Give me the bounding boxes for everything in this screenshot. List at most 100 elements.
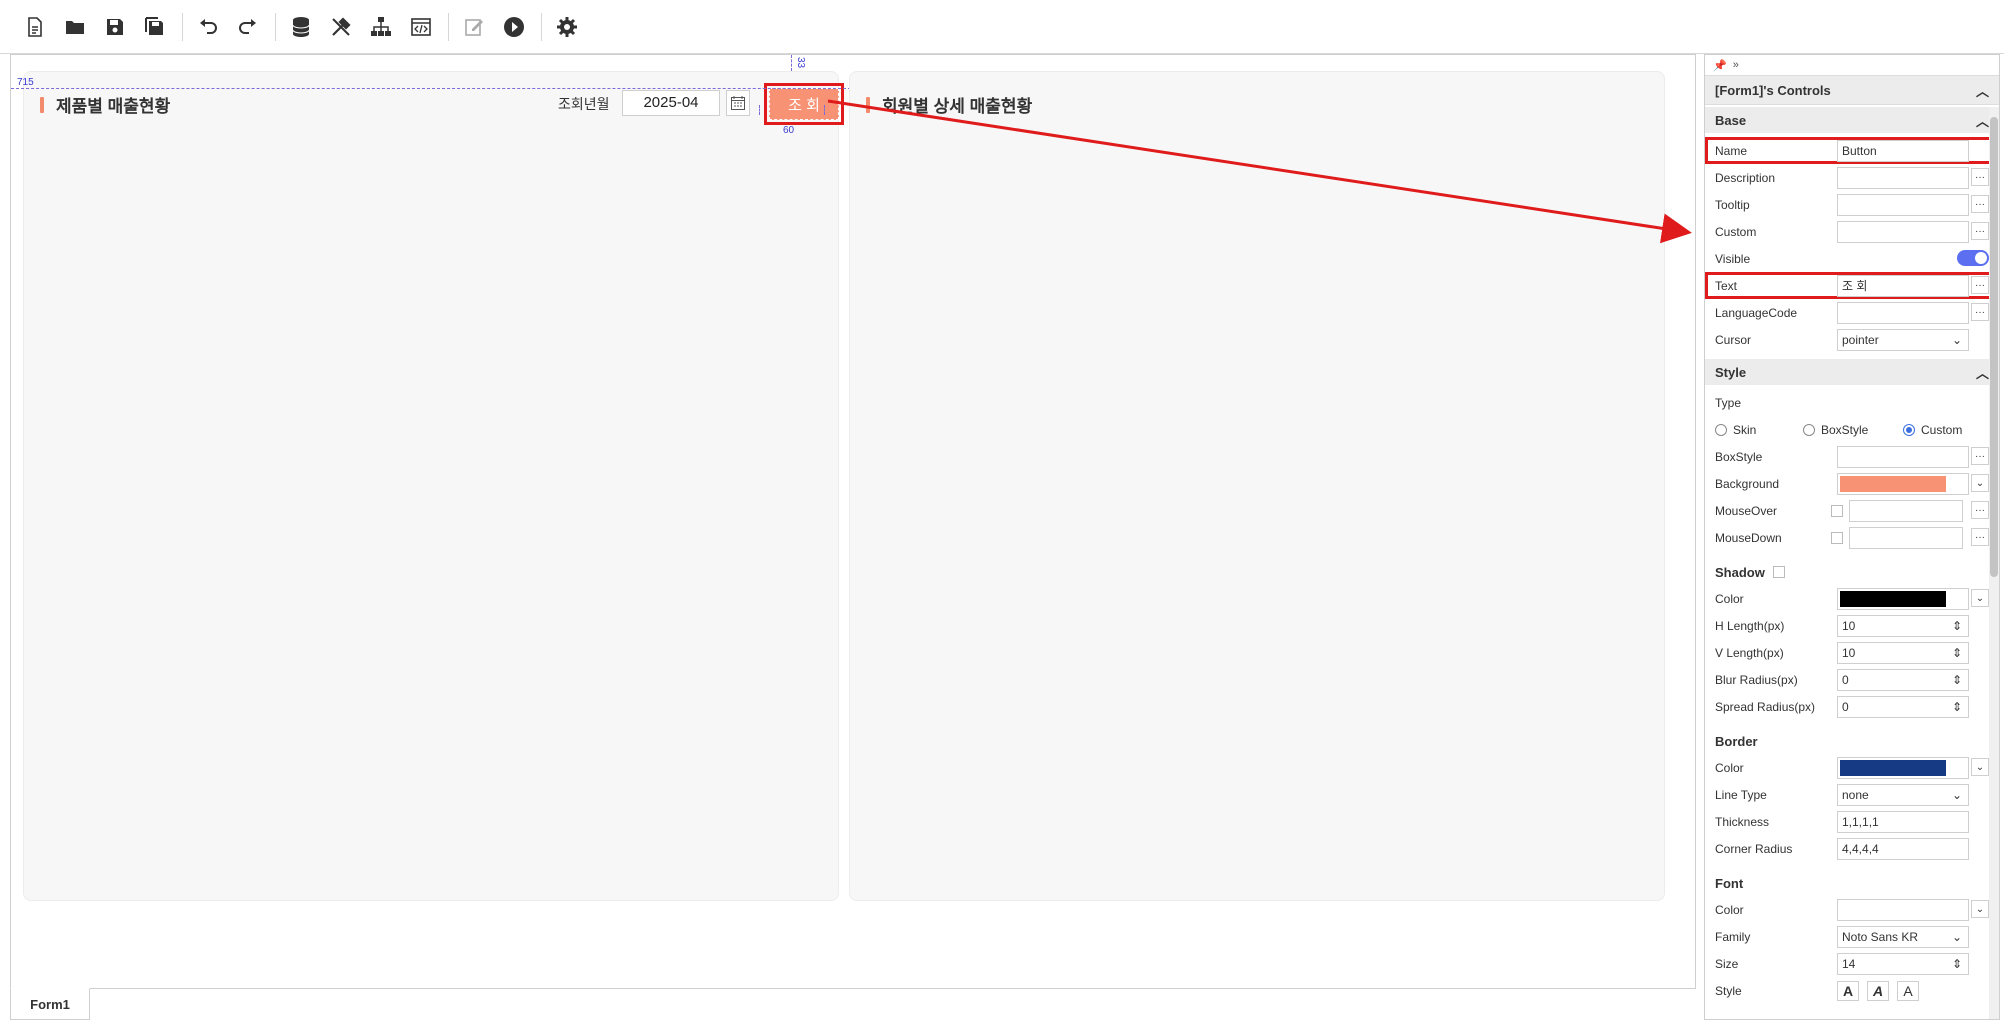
- chevron-up-icon[interactable]: ︿: [1976, 81, 1989, 100]
- prop-label: Text: [1715, 278, 1738, 293]
- search-button[interactable]: 조 회: [764, 83, 844, 125]
- spinner-icon[interactable]: ⇕: [1952, 616, 1962, 636]
- spread-stepper[interactable]: 0 ⇕: [1837, 695, 1969, 718]
- toolbar-separator: [448, 12, 449, 41]
- prop-label: Background: [1715, 476, 1780, 491]
- prop-label: MouseDown: [1715, 530, 1782, 545]
- new-file-icon[interactable]: [16, 8, 54, 46]
- more-icon[interactable]: ···: [1971, 303, 1989, 321]
- database-icon[interactable]: [282, 8, 320, 46]
- guide-left-value: 715: [17, 77, 34, 88]
- chevron-down-icon[interactable]: ⌄: [1971, 589, 1989, 607]
- play-icon[interactable]: [495, 8, 533, 46]
- cursor-select[interactable]: pointer ⌄: [1837, 328, 1969, 351]
- prop-description-row: Description ···: [1705, 164, 1999, 191]
- tab-form1[interactable]: Form1: [10, 988, 90, 1020]
- mousedown-checkbox[interactable]: [1831, 531, 1843, 544]
- custom-field[interactable]: [1837, 220, 1969, 243]
- name-field[interactable]: Button: [1837, 139, 1969, 162]
- product-sales-panel[interactable]: 제품별 매출현황 조회년월 2025-04 조 회: [23, 71, 844, 901]
- tools-icon[interactable]: [322, 8, 360, 46]
- mouseover-checkbox[interactable]: [1831, 504, 1843, 517]
- font-color-field[interactable]: [1837, 898, 1969, 921]
- prop-border-color-row: Color ⌄: [1705, 754, 1999, 781]
- boxstyle-swatch[interactable]: [1837, 445, 1969, 468]
- radio-skin-label: Skin: [1733, 422, 1757, 437]
- pin-icon[interactable]: 📌: [1713, 59, 1727, 72]
- italic-icon[interactable]: A: [1867, 980, 1889, 1001]
- save-all-icon[interactable]: [136, 8, 174, 46]
- shadow-checkbox[interactable]: [1772, 566, 1785, 578]
- hlength-stepper[interactable]: 10 ⇕: [1837, 614, 1969, 637]
- guide-top-value: 33: [795, 57, 806, 69]
- title-accent-bar: [40, 96, 44, 113]
- product-sales-title: 제품별 매출현황: [40, 92, 170, 117]
- month-input[interactable]: 2025-04: [622, 90, 720, 116]
- spinner-icon[interactable]: ⇕: [1952, 670, 1962, 690]
- open-folder-icon[interactable]: [56, 8, 94, 46]
- expand-icon[interactable]: »: [1733, 59, 1739, 71]
- tree-icon[interactable]: [362, 8, 400, 46]
- linetype-select[interactable]: none ⌄: [1837, 783, 1969, 806]
- redo-icon[interactable]: [229, 8, 267, 46]
- calendar-icon[interactable]: [726, 90, 750, 116]
- background-color-field[interactable]: [1837, 472, 1969, 495]
- more-icon[interactable]: ···: [1971, 528, 1989, 546]
- visible-toggle[interactable]: [1957, 250, 1989, 266]
- more-icon[interactable]: ···: [1971, 222, 1989, 240]
- blur-stepper[interactable]: 0 ⇕: [1837, 668, 1969, 691]
- mousedown-swatch[interactable]: [1849, 526, 1963, 549]
- chevron-down-icon[interactable]: ⌄: [1971, 758, 1989, 776]
- prop-label: Color: [1715, 591, 1744, 606]
- more-icon[interactable]: ···: [1971, 276, 1989, 294]
- mouseover-swatch[interactable]: [1849, 499, 1963, 522]
- font-family-select[interactable]: Noto Sans KR ⌄: [1837, 925, 1969, 948]
- border-color-field[interactable]: [1837, 756, 1969, 779]
- text-field[interactable]: 조 회: [1837, 274, 1969, 297]
- radio-custom[interactable]: Custom: [1903, 423, 1962, 437]
- shadow-color-field[interactable]: [1837, 587, 1969, 610]
- prop-thickness-row: Thickness 1,1,1,1: [1705, 808, 1999, 835]
- section-style[interactable]: Style ︿: [1705, 359, 1999, 385]
- more-icon[interactable]: ···: [1971, 195, 1989, 213]
- prop-label: V Length(px): [1715, 645, 1784, 660]
- gear-icon[interactable]: [548, 8, 586, 46]
- scrollbar-thumb[interactable]: [1990, 117, 1998, 577]
- spinner-icon[interactable]: ⇕: [1952, 643, 1962, 663]
- tooltip-field[interactable]: [1837, 193, 1969, 216]
- save-icon[interactable]: [96, 8, 134, 46]
- normal-icon[interactable]: A: [1897, 980, 1919, 1001]
- chevron-up-icon[interactable]: ︿: [1976, 363, 1989, 382]
- properties-scrollbar[interactable]: [1989, 107, 1999, 1019]
- radio-skin[interactable]: Skin: [1715, 423, 1803, 437]
- chevron-up-icon[interactable]: ︿: [1976, 111, 1989, 130]
- properties-header[interactable]: [Form1]'s Controls ︿: [1705, 75, 1999, 105]
- radio-boxstyle[interactable]: BoxStyle: [1803, 423, 1903, 437]
- languagecode-field[interactable]: [1837, 301, 1969, 324]
- more-icon[interactable]: ···: [1971, 447, 1989, 465]
- design-canvas[interactable]: 제품별 매출현황 조회년월 2025-04 조 회 715 33 60 회원별 …: [10, 54, 1696, 989]
- spinner-icon[interactable]: ⇕: [1952, 954, 1962, 974]
- member-sales-panel[interactable]: 회원별 상세 매출현황: [849, 71, 1665, 901]
- more-icon[interactable]: ···: [1971, 501, 1989, 519]
- section-base[interactable]: Base ︿: [1705, 107, 1999, 133]
- bold-icon[interactable]: A: [1837, 980, 1859, 1001]
- chevron-down-icon[interactable]: ⌄: [1971, 900, 1989, 918]
- description-field[interactable]: [1837, 166, 1969, 189]
- prop-font-color-row: Color ⌄: [1705, 896, 1999, 923]
- prop-boxstyle-row: BoxStyle ···: [1705, 443, 1999, 470]
- panel-pin-controls[interactable]: 📌»: [1705, 55, 1999, 75]
- cornerradius-field[interactable]: 4,4,4,4: [1837, 837, 1969, 860]
- spinner-icon[interactable]: ⇕: [1952, 697, 1962, 717]
- properties-panel: 📌» [Form1]'s Controls ︿ Base ︿ Name Butt…: [1704, 54, 2000, 1020]
- section-font-title: Font: [1715, 875, 1744, 891]
- font-size-stepper[interactable]: 14 ⇕: [1837, 952, 1969, 975]
- edit-icon[interactable]: [455, 8, 493, 46]
- chevron-down-icon[interactable]: ⌄: [1971, 474, 1989, 492]
- prop-visible-row: Visible: [1705, 245, 1999, 272]
- more-icon[interactable]: ···: [1971, 168, 1989, 186]
- undo-icon[interactable]: [189, 8, 227, 46]
- vlength-stepper[interactable]: 10 ⇕: [1837, 641, 1969, 664]
- thickness-field[interactable]: 1,1,1,1: [1837, 810, 1969, 833]
- code-window-icon[interactable]: [402, 8, 440, 46]
